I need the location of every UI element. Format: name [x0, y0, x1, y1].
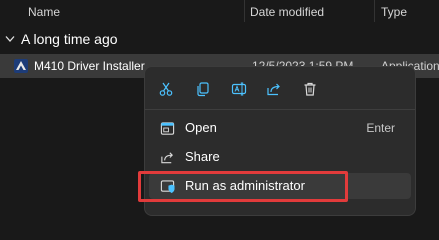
cut-icon — [159, 82, 173, 96]
column-header-type[interactable]: Type — [381, 5, 407, 19]
cut-button[interactable] — [156, 79, 176, 99]
run-as-administrator-label: Run as administrator — [185, 178, 305, 193]
sort-chevron-icon — [305, 0, 315, 2]
share-icon — [267, 83, 280, 96]
column-header-date-modified[interactable]: Date modified — [250, 5, 324, 19]
open-shortcut: Enter — [366, 121, 395, 135]
delete-button[interactable] — [300, 79, 320, 99]
share-icon — [159, 149, 175, 165]
copy-icon — [197, 82, 209, 97]
menu-separator — [145, 109, 415, 110]
column-divider[interactable] — [374, 0, 375, 22]
share-label: Share — [185, 149, 220, 164]
file-name: M410 Driver Installer — [34, 59, 145, 73]
application-icon — [14, 59, 28, 73]
open-icon — [159, 120, 175, 136]
quick-actions-bar — [145, 75, 415, 103]
admin-shield-icon — [159, 178, 175, 194]
group-header[interactable]: A long time ago — [5, 31, 118, 47]
chevron-down-icon — [5, 36, 15, 42]
column-divider[interactable] — [244, 0, 245, 22]
delete-icon — [304, 82, 316, 96]
share-button[interactable] — [264, 79, 284, 99]
column-header-bar: Name Date modified Type — [0, 0, 439, 24]
rename-icon — [231, 82, 247, 96]
context-menu: Open Enter Share Run as administrator — [144, 66, 416, 216]
menu-item-run-as-administrator[interactable]: Run as administrator — [149, 173, 411, 199]
open-label: Open — [185, 120, 217, 135]
copy-button[interactable] — [193, 79, 213, 99]
rename-button[interactable] — [229, 79, 249, 99]
menu-item-share[interactable]: Share — [149, 144, 411, 170]
column-header-name[interactable]: Name — [28, 5, 60, 19]
menu-item-open[interactable]: Open Enter — [149, 115, 411, 141]
group-label: A long time ago — [21, 31, 118, 47]
